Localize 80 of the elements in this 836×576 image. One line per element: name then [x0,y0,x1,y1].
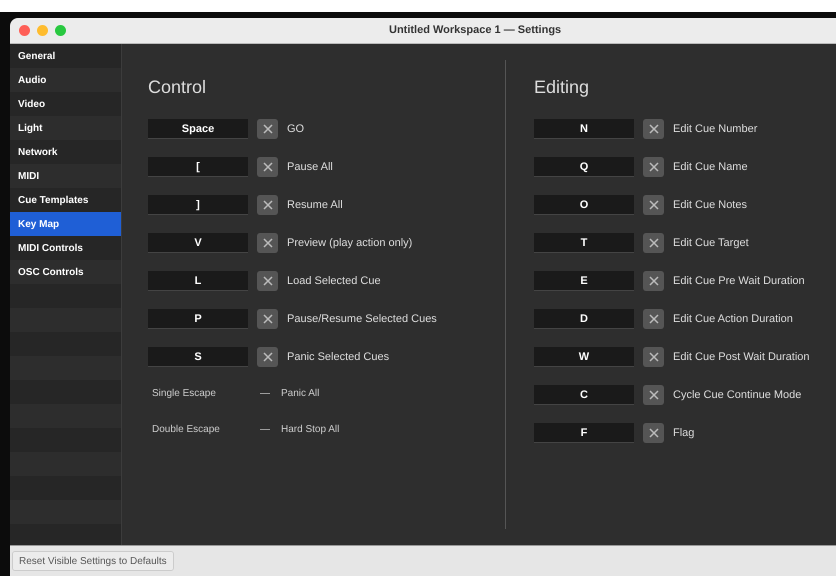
shortcut-field[interactable]: E [534,271,634,291]
clear-button[interactable] [643,119,664,139]
shortcut-field[interactable]: W [534,347,634,367]
action-label: Edit Cue Name [673,160,748,175]
action-label: Edit Cue Post Wait Duration [673,350,810,365]
action-label: Load Selected Cue [287,274,381,289]
action-label: Edit Cue Target [673,236,749,251]
action-label: Edit Cue Action Duration [673,312,793,327]
clear-button[interactable] [257,347,278,367]
shortcut-field[interactable]: Space [148,119,248,139]
close-icon [648,428,658,438]
sidebar-item[interactable]: MIDI [10,164,121,188]
close-icon [262,276,272,286]
clear-button[interactable] [643,347,664,367]
close-icon [262,200,272,210]
action-label: Resume All [287,198,343,213]
clear-button[interactable] [257,157,278,177]
action-label: GO [287,122,304,137]
sidebar-item[interactable]: Light [10,116,121,140]
dash-label: — [260,422,271,436]
sidebar-item[interactable]: OSC Controls [10,260,121,284]
clear-button[interactable] [643,195,664,215]
close-icon [262,162,272,172]
shortcut-field[interactable]: N [534,119,634,139]
clear-button[interactable] [257,233,278,253]
close-icon [648,314,658,324]
action-label: Cycle Cue Continue Mode [673,388,802,403]
dash-label: — [260,386,271,400]
close-icon [648,390,658,400]
shortcut-field[interactable]: T [534,233,634,253]
close-icon [262,352,272,362]
shortcut-field[interactable]: V [148,233,248,253]
action-label: Panic All [281,386,320,400]
close-icon [648,238,658,248]
sidebar-item[interactable]: Key Map [10,212,121,236]
clear-button[interactable] [643,423,664,443]
shortcut-field[interactable]: S [148,347,248,367]
clear-button[interactable] [257,195,278,215]
key-label: Double Escape [152,422,221,436]
close-icon [262,238,272,248]
shortcut-field[interactable]: P [148,309,248,329]
clear-button[interactable] [257,119,278,139]
action-label: Pause/Resume Selected Cues [287,312,437,327]
reset-defaults-button[interactable]: Reset Visible Settings to Defaults [12,551,174,571]
section-heading: Editing [534,76,590,99]
close-icon [648,162,658,172]
close-icon [262,314,272,324]
shortcut-field[interactable]: O [534,195,634,215]
shortcut-field[interactable]: C [534,385,634,405]
shortcut-field[interactable]: F [534,423,634,443]
clear-button[interactable] [257,271,278,291]
close-icon [648,352,658,362]
action-label: Panic Selected Cues [287,350,390,365]
close-icon [648,276,658,286]
section-heading: Control [148,76,206,99]
clear-button[interactable] [643,157,664,177]
action-label: Edit Cue Notes [673,198,747,213]
clear-button[interactable] [643,309,664,329]
action-label: Edit Cue Number [673,122,758,137]
close-icon [648,124,658,134]
shortcut-field[interactable]: [ [148,157,248,177]
shortcut-field[interactable]: L [148,271,248,291]
action-label: Pause All [287,160,333,175]
window-title: Untitled Workspace 1 — Settings [389,23,562,38]
key-label: Single Escape [152,386,217,400]
shortcut-field[interactable]: ] [148,195,248,215]
sidebar-item[interactable]: Audio [10,68,121,92]
clear-button[interactable] [257,309,278,329]
action-label: Edit Cue Pre Wait Duration [673,274,805,289]
clear-button[interactable] [643,271,664,291]
clear-button[interactable] [643,233,664,253]
action-label: Hard Stop All [281,422,340,436]
close-icon [648,200,658,210]
action-label: Flag [673,426,694,441]
close-icon [262,124,272,134]
close-window-button[interactable] [19,25,30,36]
clear-button[interactable] [643,385,664,405]
shortcut-field[interactable]: Q [534,157,634,177]
action-label: Preview (play action only) [287,236,412,251]
shortcut-field[interactable]: D [534,309,634,329]
